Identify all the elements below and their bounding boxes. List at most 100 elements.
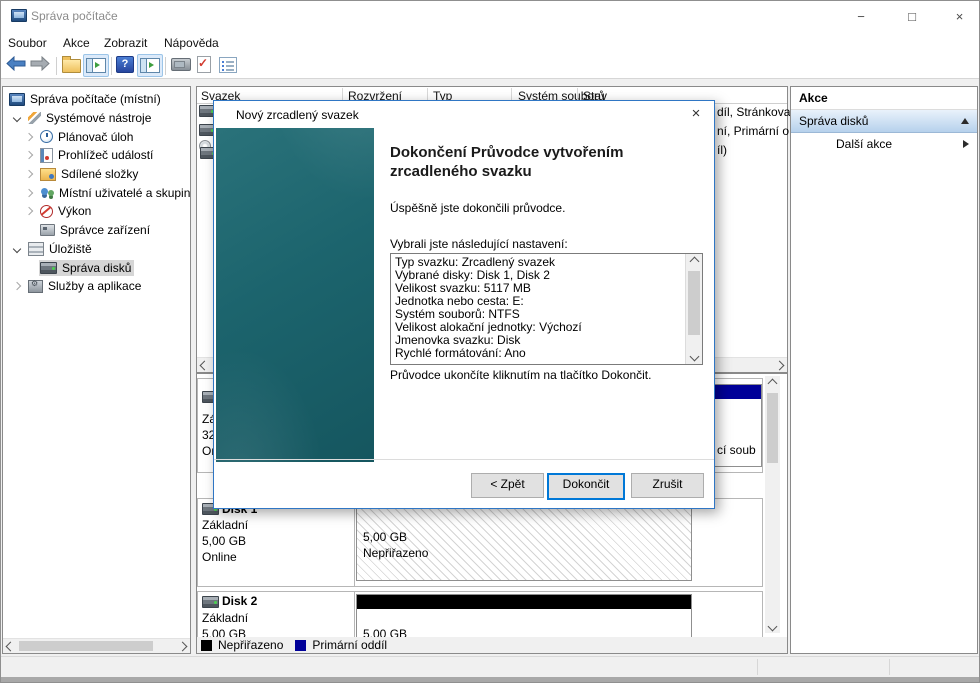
chevron-right-icon[interactable] [22, 208, 35, 214]
chevron-right-icon[interactable] [22, 171, 35, 177]
back-button[interactable] [5, 56, 27, 71]
tree-item-label: Místní uživatelé a skupiny [59, 186, 191, 200]
chevron-right-icon[interactable] [22, 190, 35, 196]
close-icon: × [956, 9, 964, 24]
legend-unallocated-label: Nepřiřazeno [218, 638, 283, 652]
tree-item-sprava-pocitace[interactable]: Správa počítače (místní) [3, 90, 190, 109]
disk0-partition-text-partial: cí soub [717, 443, 756, 457]
settings-listbox[interactable]: Typ svazku: Zrcadlený svazek Vybrané dis… [390, 253, 703, 365]
cancel-button[interactable]: Zrušit [631, 473, 704, 498]
menu-akce[interactable]: Akce [63, 34, 90, 53]
tree-item-label: Služby a aplikace [48, 279, 141, 293]
actions-item-dalsi-akce[interactable]: Další akce [791, 133, 977, 154]
forward-button[interactable] [29, 56, 51, 71]
actions-group-label: Správa disků [799, 114, 868, 128]
disk2-type: Základní [202, 611, 248, 625]
minimize-icon: − [857, 9, 865, 24]
tree-item-label: Úložiště [49, 242, 92, 256]
scroll-up-icon[interactable] [765, 376, 780, 390]
disk1-label: Disk 1 Základní 5,00 GB Online [198, 499, 355, 586]
scrollbar-thumb[interactable] [19, 641, 153, 651]
tree-item-prohlizec-udalosti[interactable]: Prohlížeč událostí [3, 146, 190, 165]
minimize-button[interactable]: − [837, 1, 885, 31]
tree-item-sdilene-slozky[interactable]: Sdílené složky [3, 165, 190, 184]
forward-icon [29, 56, 51, 71]
listbox-scrollbar[interactable] [685, 254, 702, 364]
tree-item-label: Plánovač úloh [58, 130, 133, 144]
tree-item-label: Správa disků [62, 261, 131, 275]
tree-item-systemove-nastroje[interactable]: Systémové nástroje [3, 109, 190, 128]
tree-item-vykon[interactable]: Výkon [3, 202, 190, 221]
tree-item-label: Prohlížeč událostí [58, 148, 153, 162]
close-button[interactable]: × [939, 1, 980, 31]
toolbar-separator [56, 57, 57, 75]
scroll-left-icon[interactable] [198, 358, 211, 372]
show-action-pane-icon [140, 58, 160, 73]
console-window-icon [171, 58, 191, 71]
tree-horizontal-scrollbar[interactable] [3, 638, 190, 653]
chevron-down-icon[interactable] [10, 115, 23, 121]
dialog-close-button[interactable]: × [686, 104, 706, 124]
toolbar-separator [111, 57, 112, 75]
maximize-button[interactable]: □ [888, 1, 936, 31]
legend-primary-label: Primární oddíl [312, 638, 387, 652]
disk-icon [202, 596, 219, 608]
dialog-title: Nový zrcadlený svazek [236, 108, 359, 122]
disk-view-vertical-scrollbar[interactable] [765, 376, 780, 633]
task-scheduler-icon [40, 130, 53, 143]
scroll-right-icon[interactable] [176, 639, 189, 653]
dialog-titlebar[interactable]: Nový zrcadlený svazek × [214, 101, 714, 128]
collapse-icon[interactable] [961, 118, 969, 124]
tree-item-sprava-disku[interactable]: Správa disků [3, 258, 190, 277]
report-button[interactable] [197, 56, 211, 73]
scroll-left-icon[interactable] [4, 639, 17, 653]
actions-header: Akce [791, 87, 977, 110]
chevron-down-icon[interactable] [10, 246, 23, 252]
volume-status-partial: íl) [717, 143, 727, 157]
status-bar [1, 656, 979, 678]
export-list-button[interactable] [62, 56, 81, 73]
disk2-name: Disk 2 [222, 594, 257, 608]
tools-icon [28, 112, 41, 124]
scroll-down-icon[interactable] [765, 619, 780, 633]
console-button[interactable] [171, 58, 191, 71]
storage-icon [28, 242, 44, 256]
scrollbar-thumb[interactable] [767, 393, 778, 463]
finish-button[interactable]: Dokončit [547, 473, 625, 500]
tree-item-uloziste[interactable]: Úložiště [3, 240, 190, 259]
report-check-icon [197, 56, 211, 73]
scroll-down-icon[interactable] [686, 349, 702, 364]
tree-item-mistni-uzivatele[interactable]: Místní uživatelé a skupiny [3, 183, 190, 202]
submenu-arrow-icon[interactable] [963, 140, 969, 148]
wizard-success-text: Úspěšně jste dokončili průvodce. [390, 201, 565, 215]
actions-group-sprava-disku[interactable]: Správa disků [791, 110, 977, 133]
primary-partition-swatch [295, 640, 306, 651]
chevron-right-icon[interactable] [22, 152, 35, 158]
volume-status-partial: díl, Stránkova [717, 105, 790, 119]
scrollbar-thumb[interactable] [688, 271, 700, 335]
menu-zobrazit[interactable]: Zobrazit [104, 34, 147, 53]
scroll-right-icon[interactable] [773, 358, 786, 372]
tree-item-label: Sdílené složky [61, 167, 138, 181]
scroll-up-icon[interactable] [686, 254, 702, 269]
show-console-tree-icon [86, 58, 106, 73]
chevron-right-icon[interactable] [10, 283, 23, 289]
wizard-heading: Dokončení Průvodce vytvořením zrcadlenéh… [390, 143, 698, 181]
help-button[interactable]: ? [116, 56, 134, 73]
disk1-row[interactable]: Disk 1 Základní 5,00 GB Online 5,00 GB N… [197, 498, 763, 587]
tree-item-planovac-uloh[interactable]: Plánovač úloh [3, 127, 190, 146]
checklist-icon [219, 57, 237, 73]
show-console-tree-button[interactable] [83, 54, 109, 77]
menu-napoveda[interactable]: Nápověda [164, 34, 219, 53]
tree-item-spravce-zarizeni[interactable]: Správce zařízení [3, 221, 190, 240]
back-icon [5, 56, 27, 71]
chevron-right-icon[interactable] [22, 134, 35, 140]
show-action-pane-button[interactable] [137, 54, 163, 77]
region-label: Nepřiřazeno [363, 546, 428, 560]
disk1-unallocated-region[interactable]: 5,00 GB Nepřiřazeno [356, 503, 692, 581]
tree-item-sluzby-aplikace[interactable]: Služby a aplikace [3, 277, 190, 296]
tree-item-label: Výkon [58, 204, 91, 218]
menu-soubor[interactable]: Soubor [8, 34, 47, 53]
checklist-button[interactable] [219, 57, 237, 73]
back-button[interactable]: < Zpět [471, 473, 544, 498]
